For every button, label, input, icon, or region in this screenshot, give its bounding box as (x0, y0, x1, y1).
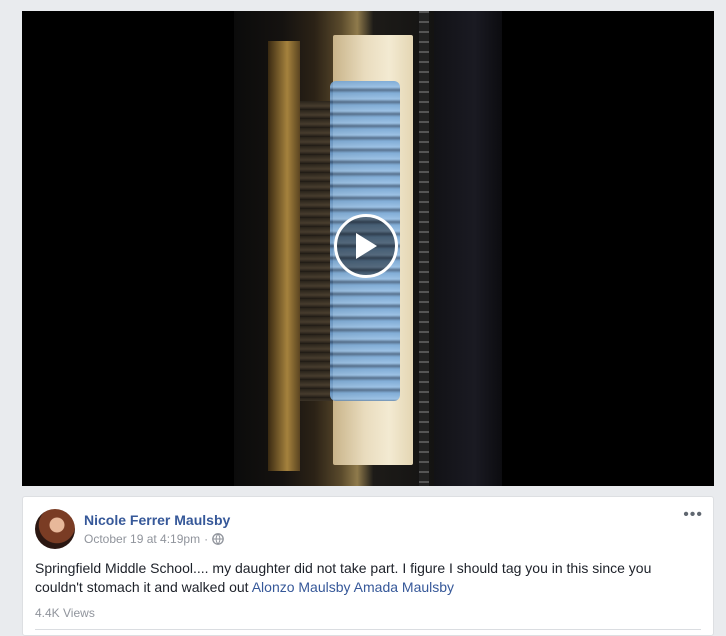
globe-icon[interactable] (212, 533, 224, 545)
play-icon (356, 233, 377, 259)
tag-link-amada[interactable]: Amada Maulsby (354, 579, 454, 595)
post-text: Springfield Middle School.... my daughte… (35, 559, 699, 597)
author-name[interactable]: Nicole Ferrer Maulsby (84, 512, 230, 528)
stage-rail (419, 11, 429, 486)
divider (35, 629, 701, 630)
post-meta: October 19 at 4:19pm · (84, 532, 224, 546)
meta-separator: · (204, 532, 209, 546)
stage-floor (268, 41, 300, 471)
tag-link-alonzo[interactable]: Alonzo Maulsby (252, 579, 351, 595)
avatar[interactable] (35, 509, 75, 549)
video-player[interactable] (22, 11, 714, 486)
play-button[interactable] (334, 214, 398, 278)
more-options-icon[interactable]: ••• (683, 507, 703, 523)
post-card: Nicole Ferrer Maulsby October 19 at 4:19… (22, 496, 714, 636)
auditorium-wall (434, 11, 502, 486)
post-timestamp[interactable]: October 19 at 4:19pm (84, 532, 200, 546)
view-count: 4.4K Views (35, 606, 95, 620)
choir-row-back (300, 101, 334, 401)
